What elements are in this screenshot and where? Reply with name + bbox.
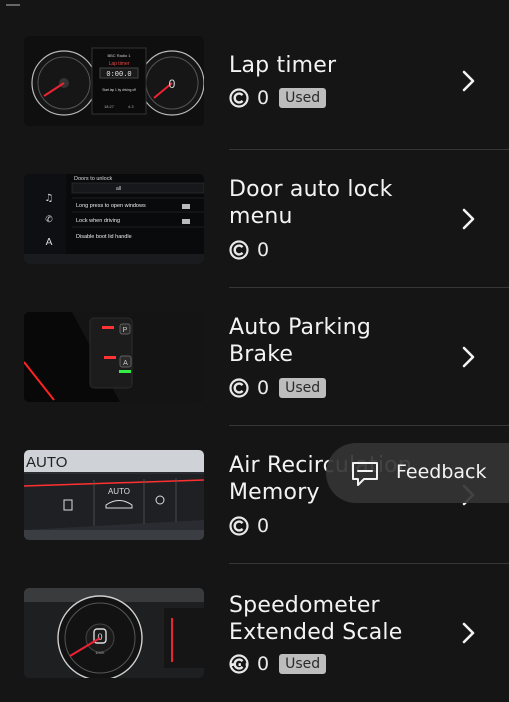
usage-count: 0 [257,87,270,109]
svg-text:A: A [46,237,53,248]
thumb-text-time: 0:00.0 [106,71,131,79]
coin-icon [229,654,249,674]
item-meta: 0 [229,238,269,262]
item-title-line-1: Speedometer [229,593,380,618]
used-badge: Used [279,654,327,674]
coin-icon [229,240,249,260]
chevron-right-icon[interactable] [452,340,486,374]
thumb-text-lockdriving: Lock when driving [76,218,120,224]
used-badge: Used [279,378,327,398]
item-meta: 0 Used [229,652,327,676]
usage-count: 0 [257,239,270,261]
svg-text:♫: ♫ [45,193,54,204]
item-title-line-2: menu [229,204,293,229]
list-item-lap-timer[interactable]: 0 BBC Radio 1 Lap timer 0:00.0 Start lap… [0,12,509,150]
feedback-button[interactable]: Feedback [326,443,509,503]
usage-count: 0 [257,653,270,675]
parking-brake-thumbnail: P A [24,312,204,402]
chevron-right-icon[interactable] [452,616,486,650]
item-title-line-1: Lap timer [229,53,337,78]
thumb-text-windows: Long press to open windows [76,203,146,209]
door-lock-thumbnail: ♫ ✆ A Doors to unlock all Long press to … [24,174,204,264]
list-item-speedometer-extended[interactable]: 0 km/h Speedometer Extended Scale ... 0 … [0,564,509,702]
svg-text:✆: ✆ [45,215,53,225]
item-title-line-2: Brake [229,342,294,367]
usage-count: 0 [257,515,270,537]
item-title: Auto Parking Brake [229,314,429,368]
thumb-text-a: A [123,360,128,367]
thumb-text-temp: 4.3 [128,104,134,109]
coin-icon [229,516,249,536]
usage-count: 0 [257,377,270,399]
feedback-label: Feedback [396,461,487,483]
list-item-door-auto-lock[interactable]: ♫ ✆ A Doors to unlock all Long press to … [0,150,509,288]
item-title: Lap timer [229,52,429,79]
used-badge: Used [279,88,327,108]
item-meta: 0 Used [229,86,327,110]
thumb-text-p: P [123,327,128,334]
coin-icon [229,378,249,398]
item-title-line-1: Auto Parking [229,315,372,340]
list-item-auto-parking-brake[interactable]: P A Auto Parking Brake 0 Used [0,288,509,426]
item-meta: 0 [229,514,269,538]
coin-icon [229,88,249,108]
chevron-right-icon[interactable] [452,202,486,236]
thumb-text-auto-small: AUTO [108,487,130,496]
thumb-text-bootlid: Disable boot lid handle [76,234,132,240]
thumb-text-zero: 0 [97,632,102,642]
thumb-text-clock: 18:27 [104,104,115,109]
lap-timer-thumbnail: 0 BBC Radio 1 Lap timer 0:00.0 Start lap… [24,36,204,126]
air-recirculation-thumbnail: AUTO AUTO [24,450,204,540]
thumb-text-lap: Lap timer [109,61,130,67]
item-title: Door auto lock menu [229,176,429,230]
thumb-text-start: Start lap 1 by driving off [102,88,136,92]
thumb-text-radio: BBC Radio 1 [107,53,131,58]
top-edge [0,0,509,8]
chat-bubble-icon [350,460,380,488]
chevron-right-icon[interactable] [452,64,486,98]
thumb-text-auto-big: AUTO [26,454,67,471]
thumb-text-unit: km/h [96,650,105,655]
thumb-text-doors: Doors to unlock [74,176,112,182]
item-title-line-1: Door auto lock [229,177,393,202]
thumb-text-all: all [116,186,121,192]
svg-text:0: 0 [169,77,176,91]
speedometer-thumbnail: 0 km/h [24,588,204,678]
item-meta: 0 Used [229,376,327,400]
back-indicator [6,0,20,6]
